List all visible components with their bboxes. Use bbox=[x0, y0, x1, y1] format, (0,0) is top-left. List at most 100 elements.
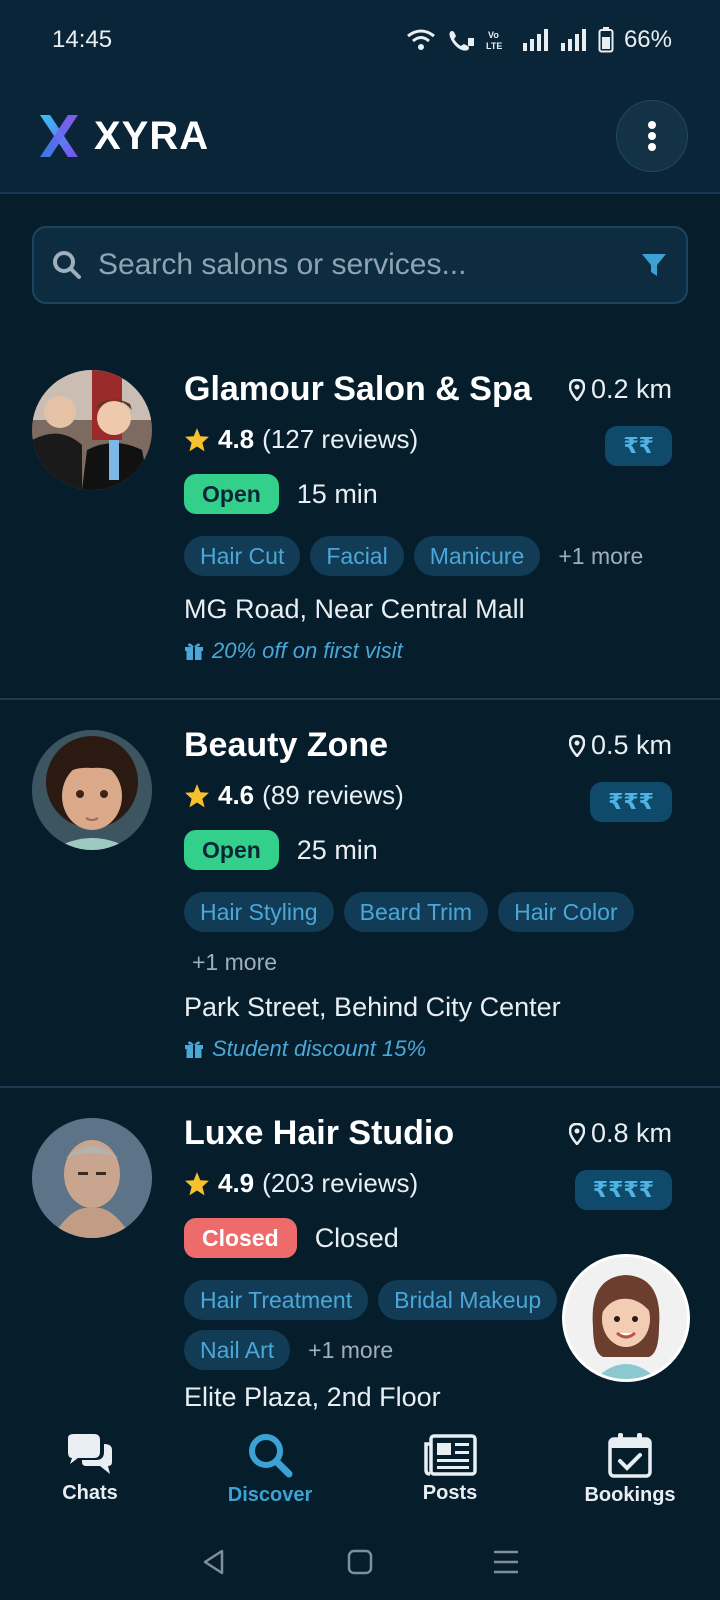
system-navigation-bar bbox=[0, 1524, 720, 1600]
star-icon bbox=[185, 783, 209, 807]
nav-chats-label: Chats bbox=[62, 1481, 118, 1504]
service-tag[interactable]: Hair Treatment bbox=[184, 1280, 369, 1320]
salon-name[interactable]: Luxe Hair Studio bbox=[184, 1114, 454, 1153]
distance-value: 0.2 km bbox=[590, 374, 672, 404]
status-row: Closed Closed bbox=[184, 1218, 399, 1258]
wait-time: 15 min bbox=[296, 478, 378, 509]
offer: 20% off on first visit bbox=[184, 638, 403, 664]
price-level-badge: ₹₹₹ bbox=[590, 782, 672, 822]
battery-percent: 66% bbox=[623, 26, 672, 53]
salon-address: Park Street, Behind City Center bbox=[184, 992, 561, 1022]
location-pin-icon bbox=[568, 734, 585, 757]
salon-name[interactable]: Glamour Salon & Spa bbox=[184, 370, 532, 409]
wait-time: Closed bbox=[314, 1222, 399, 1253]
service-tags: Hair Styling Beard Trim Hair Color +1 mo… bbox=[184, 892, 654, 982]
recents-menu-icon[interactable] bbox=[492, 1549, 520, 1575]
salon-address: Elite Plaza, 2nd Floor bbox=[184, 1382, 441, 1412]
service-tags: Hair Treatment Bridal Makeup Nail Art +1… bbox=[184, 1280, 584, 1370]
service-tags: Hair Cut Facial Manicure +1 more bbox=[184, 536, 684, 576]
more-vertical-icon bbox=[648, 121, 656, 151]
rating-value: 4.8 bbox=[218, 424, 255, 454]
location-pin-icon bbox=[568, 1122, 585, 1145]
back-icon[interactable] bbox=[200, 1548, 228, 1576]
status-icons: Vo LTE 66% bbox=[406, 26, 672, 54]
app-bar: XYRA bbox=[0, 80, 720, 194]
gift-icon bbox=[185, 643, 203, 660]
status-badge: Open bbox=[184, 474, 279, 514]
service-tag[interactable]: Nail Art bbox=[184, 1330, 291, 1370]
distance-value: 0.5 km bbox=[590, 730, 672, 760]
calendar-check-icon bbox=[608, 1432, 652, 1478]
service-tag[interactable]: Hair Color bbox=[498, 892, 634, 932]
service-tag[interactable]: Beard Trim bbox=[343, 892, 489, 932]
more-tags[interactable]: +1 more bbox=[550, 536, 651, 576]
home-icon[interactable] bbox=[347, 1549, 373, 1575]
wifi-icon bbox=[407, 29, 435, 50]
overflow-menu-button[interactable] bbox=[616, 100, 688, 172]
rating: 4.9 (203 reviews) bbox=[184, 1168, 418, 1199]
nav-discover-label: Discover bbox=[227, 1483, 313, 1506]
brand-name: XYRA bbox=[94, 113, 210, 158]
nav-posts-label: Posts bbox=[422, 1481, 478, 1504]
bottom-navigation: Chats Discover Posts Bookings bbox=[0, 1414, 720, 1524]
rating: 4.8 (127 reviews) bbox=[184, 424, 418, 455]
service-tag[interactable]: Manicure bbox=[413, 536, 541, 576]
brand: XYRA bbox=[34, 111, 209, 161]
salon-card[interactable]: Glamour Salon & Spa 0.2 km 4.8 (127 revi… bbox=[0, 336, 720, 700]
signal-icon-2 bbox=[560, 29, 586, 51]
battery-icon bbox=[598, 27, 614, 53]
distance: 0.5 km bbox=[568, 730, 672, 761]
status-badge: Open bbox=[184, 830, 279, 870]
rating: 4.6 (89 reviews) bbox=[184, 780, 404, 811]
offer-text: 20% off on first visit bbox=[212, 638, 403, 663]
service-tag[interactable]: Hair Cut bbox=[184, 536, 301, 576]
price-level-badge: ₹₹ bbox=[605, 426, 672, 466]
newspaper-icon bbox=[424, 1433, 477, 1476]
wifi-call-icon bbox=[449, 31, 474, 51]
search-icon bbox=[53, 251, 81, 279]
search-bar[interactable] bbox=[32, 226, 688, 304]
nav-posts[interactable]: Posts bbox=[360, 1414, 540, 1524]
status-row: Open 25 min bbox=[184, 830, 378, 870]
volte-icon: Vo LTE bbox=[486, 30, 502, 51]
nav-discover[interactable]: Discover bbox=[180, 1414, 360, 1524]
offer: Student discount 15% bbox=[184, 1036, 426, 1062]
salon-card[interactable]: Beauty Zone 0.5 km 4.6 (89 reviews) ₹₹₹ … bbox=[0, 700, 720, 1088]
more-tags[interactable]: +1 more bbox=[184, 942, 285, 982]
xyra-logo-icon bbox=[40, 115, 78, 157]
search-input[interactable] bbox=[98, 248, 640, 282]
filter-icon[interactable] bbox=[640, 251, 668, 279]
assistant-avatar-button[interactable] bbox=[562, 1254, 690, 1382]
review-count: (127 reviews) bbox=[262, 424, 419, 454]
svg-text:Vo: Vo bbox=[488, 30, 499, 40]
salon-list: Glamour Salon & Spa 0.2 km 4.8 (127 revi… bbox=[0, 336, 720, 1414]
assistant-avatar bbox=[565, 1257, 687, 1379]
nav-chats[interactable]: Chats bbox=[0, 1414, 180, 1524]
service-tag[interactable]: Facial bbox=[310, 536, 404, 576]
nav-bookings-label: Bookings bbox=[584, 1483, 676, 1506]
svg-text:LTE: LTE bbox=[486, 41, 502, 51]
nav-bookings[interactable]: Bookings bbox=[540, 1414, 720, 1524]
review-count: (89 reviews) bbox=[262, 780, 404, 810]
salon-avatar bbox=[32, 1118, 152, 1238]
review-count: (203 reviews) bbox=[262, 1168, 419, 1198]
service-tag[interactable]: Hair Styling bbox=[184, 892, 334, 932]
price-level-badge: ₹₹₹₹ bbox=[574, 1170, 672, 1210]
distance-value: 0.8 km bbox=[590, 1118, 672, 1148]
status-time: 14:45 bbox=[52, 26, 113, 53]
rating-value: 4.6 bbox=[218, 780, 255, 810]
location-pin-icon bbox=[568, 378, 585, 401]
service-tag[interactable]: Bridal Makeup bbox=[378, 1280, 558, 1320]
salon-address: MG Road, Near Central Mall bbox=[184, 594, 525, 624]
status-badge: Closed bbox=[184, 1218, 297, 1258]
signal-icon-1 bbox=[522, 29, 548, 51]
distance: 0.2 km bbox=[568, 374, 672, 405]
rating-value: 4.9 bbox=[218, 1168, 255, 1198]
chat-bubbles-icon bbox=[68, 1433, 112, 1474]
gift-icon bbox=[185, 1041, 203, 1058]
salon-name[interactable]: Beauty Zone bbox=[184, 726, 388, 765]
search-icon bbox=[249, 1433, 293, 1477]
more-tags[interactable]: +1 more bbox=[300, 1330, 401, 1370]
salon-avatar bbox=[32, 370, 152, 490]
offer-text: Student discount 15% bbox=[212, 1036, 427, 1061]
